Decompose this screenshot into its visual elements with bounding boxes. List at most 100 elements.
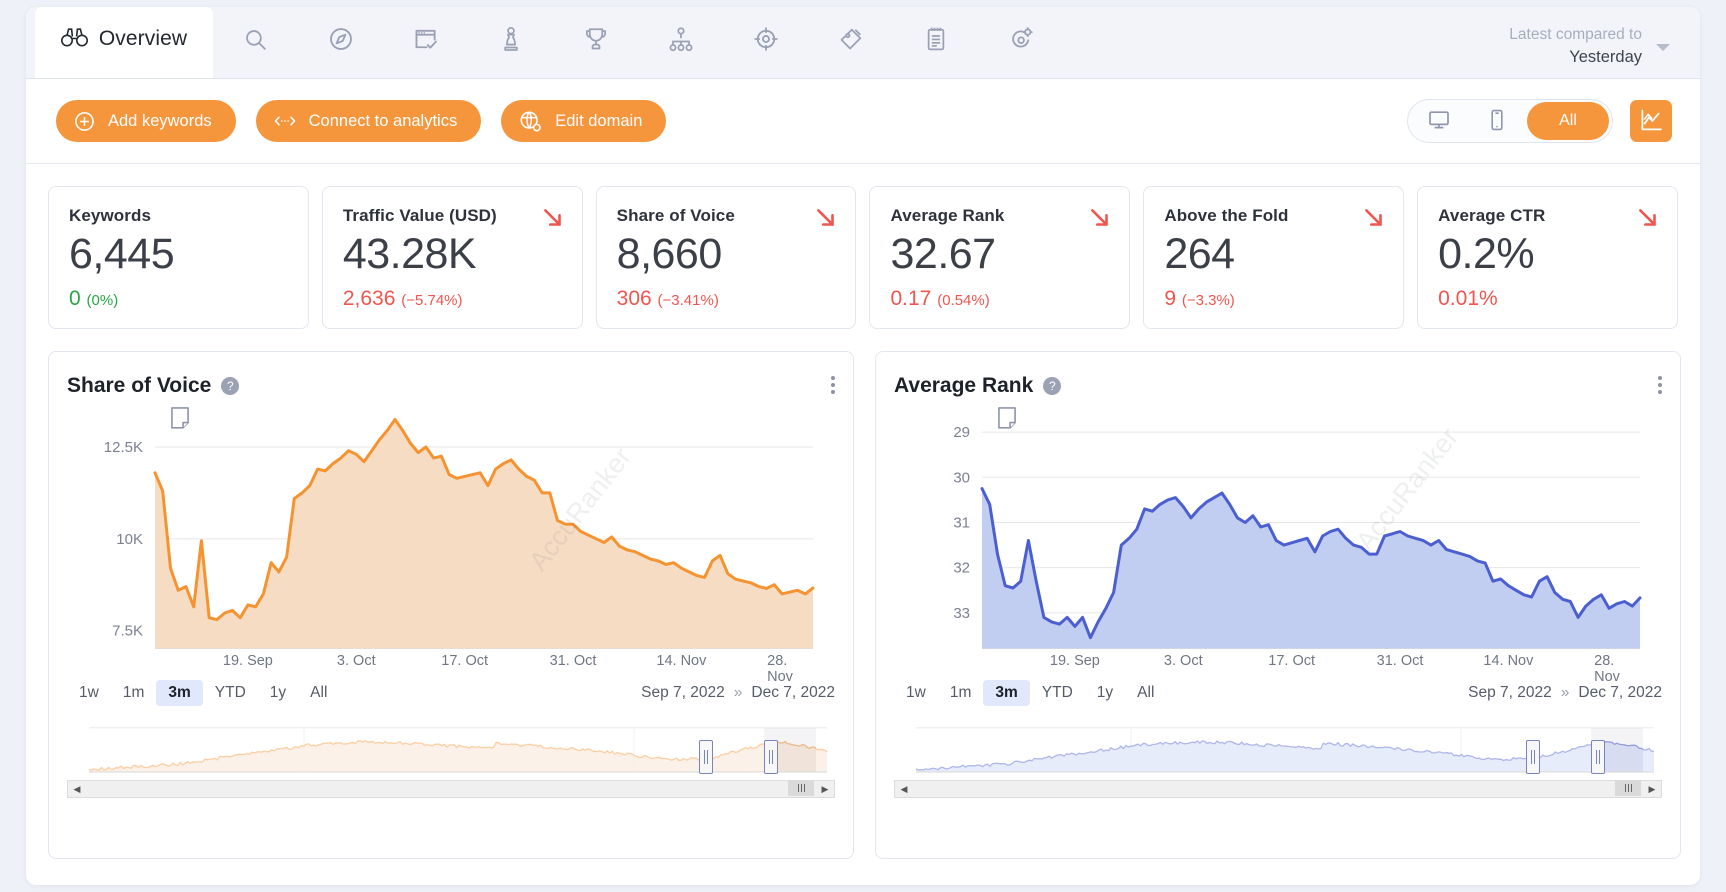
navigator-scroll-left[interactable]: ◀ (68, 781, 86, 798)
tab-tags[interactable] (808, 7, 893, 78)
range-button-all[interactable]: All (298, 680, 339, 706)
x-axis-tick-label: 3. Oct (1163, 653, 1203, 670)
range-button-3m[interactable]: 3m (156, 680, 203, 707)
kpi-delta-percent: (0.54%) (937, 292, 990, 310)
tab-opportunities[interactable] (723, 7, 808, 78)
navigator-scrollbar[interactable]: ◀ ▶ (67, 780, 835, 799)
range-button-3m[interactable]: 3m (983, 680, 1030, 707)
date-from: Sep 7, 2022 (641, 684, 725, 702)
date-range-display[interactable]: Sep 7, 2022 » Dec 7, 2022 (641, 684, 835, 702)
navigator-scrollbar[interactable]: ◀ ▶ (894, 780, 1662, 799)
range-button-1m[interactable]: 1m (938, 680, 984, 706)
chart-toggle-icon (1639, 108, 1663, 135)
edit-domain-label: Edit domain (555, 111, 643, 130)
add-keywords-button[interactable]: Add keywords (56, 100, 236, 142)
device-toggle-group: All (1407, 99, 1613, 143)
navigator-scroll-right[interactable]: ▶ (1643, 781, 1661, 798)
kpi-card-share-of-voice[interactable]: Share of Voice 8,660 306 (−3.41%) (595, 186, 857, 330)
overview-content: Keywords 6,445 0 (0%) Traffic Value (USD… (26, 164, 1700, 860)
tab-keywords[interactable] (213, 7, 298, 78)
device-all-button[interactable]: All (1527, 102, 1609, 140)
chart-menu-button[interactable] (831, 376, 835, 395)
kpi-title: Average Rank (890, 206, 1005, 225)
date-to: Dec 7, 2022 (751, 684, 835, 702)
navigator-scroll-right[interactable]: ▶ (816, 781, 834, 798)
kpi-delta: 0.17 (0.54%) (890, 287, 1109, 311)
average-rank-area-chart[interactable]: 29 30 31 32 33 (894, 404, 1662, 650)
plot-area-share-of-voice[interactable]: 7.5K 10K 12.5K AccuRanker (67, 404, 835, 650)
share-of-voice-area-chart[interactable]: 7.5K 10K 12.5K (67, 404, 835, 650)
navigator-scroll-grip[interactable] (788, 780, 814, 797)
navigator-handle-left[interactable] (699, 740, 713, 775)
kpi-value: 264 (1164, 230, 1235, 278)
tag-icon (838, 27, 863, 52)
area-fill (982, 488, 1640, 650)
tab-site-structure[interactable] (638, 7, 723, 78)
tab-discover[interactable] (298, 7, 383, 78)
sitemap-icon (668, 26, 694, 52)
kpi-delta-percent: (0%) (86, 292, 119, 310)
x-axis-labels-share-of-voice: 19. Sep 3. Oct 17. Oct 31. Oct 14. Nov 28. No… (67, 653, 835, 685)
tab-competitors[interactable] (468, 7, 553, 78)
annotation-note-icon[interactable] (169, 406, 191, 435)
gear-settings-icon (1008, 26, 1034, 52)
navigator-handle-right[interactable] (1591, 740, 1605, 775)
tab-rankings[interactable] (553, 7, 638, 78)
connect-analytics-button[interactable]: Connect to analytics (255, 100, 482, 142)
plot-area-average-rank[interactable]: 29 30 31 32 33 AccuRanker (894, 404, 1662, 650)
kpi-delta: 306 (−3.41%) (617, 287, 836, 311)
x-axis-tick-label: 28. Nov (1594, 653, 1620, 686)
tab-landing-pages[interactable] (383, 7, 468, 78)
device-mobile-button[interactable] (1469, 102, 1525, 140)
chart-menu-button[interactable] (1658, 376, 1662, 395)
navigator-average-rank[interactable]: 2020 2022 ◀ ▶ (894, 720, 1662, 799)
kpi-title: Average CTR (1438, 206, 1546, 225)
tab-overview[interactable]: Overview (35, 7, 213, 78)
navigator-handle-right[interactable] (764, 740, 778, 775)
device-desktop-button[interactable] (1411, 102, 1467, 140)
navigator-scroll-left[interactable]: ◀ (895, 781, 913, 798)
y-axis-tick-label: 12.5K (104, 439, 143, 456)
kpi-delta: 9 (−3.3%) (1164, 287, 1383, 311)
navigator-scroll-grip[interactable] (1615, 780, 1641, 797)
range-button-ytd[interactable]: YTD (203, 680, 258, 706)
range-button-all[interactable]: All (1125, 680, 1166, 706)
range-button-1y[interactable]: 1y (258, 680, 298, 706)
kpi-card-keywords[interactable]: Keywords 6,445 0 (0%) (48, 186, 309, 330)
tab-settings[interactable] (978, 7, 1063, 78)
date-range-display[interactable]: Sep 7, 2022 » Dec 7, 2022 (1468, 684, 1662, 702)
trend-down-arrow-icon (1635, 205, 1661, 236)
edit-domain-button[interactable]: Edit domain (501, 100, 667, 142)
binoculars-icon (60, 27, 88, 52)
range-selector-share-of-voice: 1w 1m 3m YTD 1y All Sep 7, 2022 » Dec 7,… (67, 680, 835, 707)
chevron-down-icon[interactable] (1656, 43, 1670, 51)
app-root: Overview Latest compared to Yesterday Ad… (0, 0, 1726, 892)
navigator-mini-chart[interactable] (894, 720, 1662, 780)
kpi-card-above-the-fold[interactable]: Above the Fold 264 9 (−3.3%) (1143, 186, 1405, 330)
chart-toggle-button[interactable] (1630, 100, 1672, 142)
range-button-1y[interactable]: 1y (1085, 680, 1125, 706)
tab-notes[interactable] (893, 7, 978, 78)
range-button-1m[interactable]: 1m (111, 680, 157, 706)
x-axis-tick-label: 31. Oct (549, 653, 597, 670)
range-button-1w[interactable]: 1w (67, 680, 111, 706)
kpi-card-average-rank[interactable]: Average Rank 32.67 0.17 (0.54%) (869, 186, 1131, 330)
navigator-handle-left[interactable] (1526, 740, 1540, 775)
compare-period-selector[interactable]: Latest compared to Yesterday (1509, 25, 1700, 78)
kpi-card-average-ctr[interactable]: Average CTR 0.2% 0.01% (1417, 186, 1678, 330)
range-button-ytd[interactable]: YTD (1030, 680, 1085, 706)
navigator-share-of-voice[interactable]: 2020 2022 ◀ ▶ (67, 720, 835, 799)
navigator-mini-chart[interactable] (67, 720, 835, 780)
browser-check-icon (413, 26, 439, 52)
kpi-delta-value: 0 (69, 287, 81, 311)
mobile-icon (1489, 109, 1505, 134)
compass-icon (328, 26, 354, 52)
help-icon[interactable]: ? (221, 377, 240, 396)
chess-pawn-icon (500, 26, 522, 52)
annotation-note-icon[interactable] (996, 406, 1018, 435)
help-icon[interactable]: ? (1043, 377, 1062, 396)
kpi-card-traffic-value[interactable]: Traffic Value (USD) 43.28K 2,636 (−5.74%… (321, 186, 583, 330)
kpi-delta-percent: (−3.3%) (1181, 292, 1235, 310)
range-button-1w[interactable]: 1w (894, 680, 938, 706)
range-selector-average-rank: 1w 1m 3m YTD 1y All Sep 7, 2022 » Dec 7,… (894, 680, 1662, 707)
